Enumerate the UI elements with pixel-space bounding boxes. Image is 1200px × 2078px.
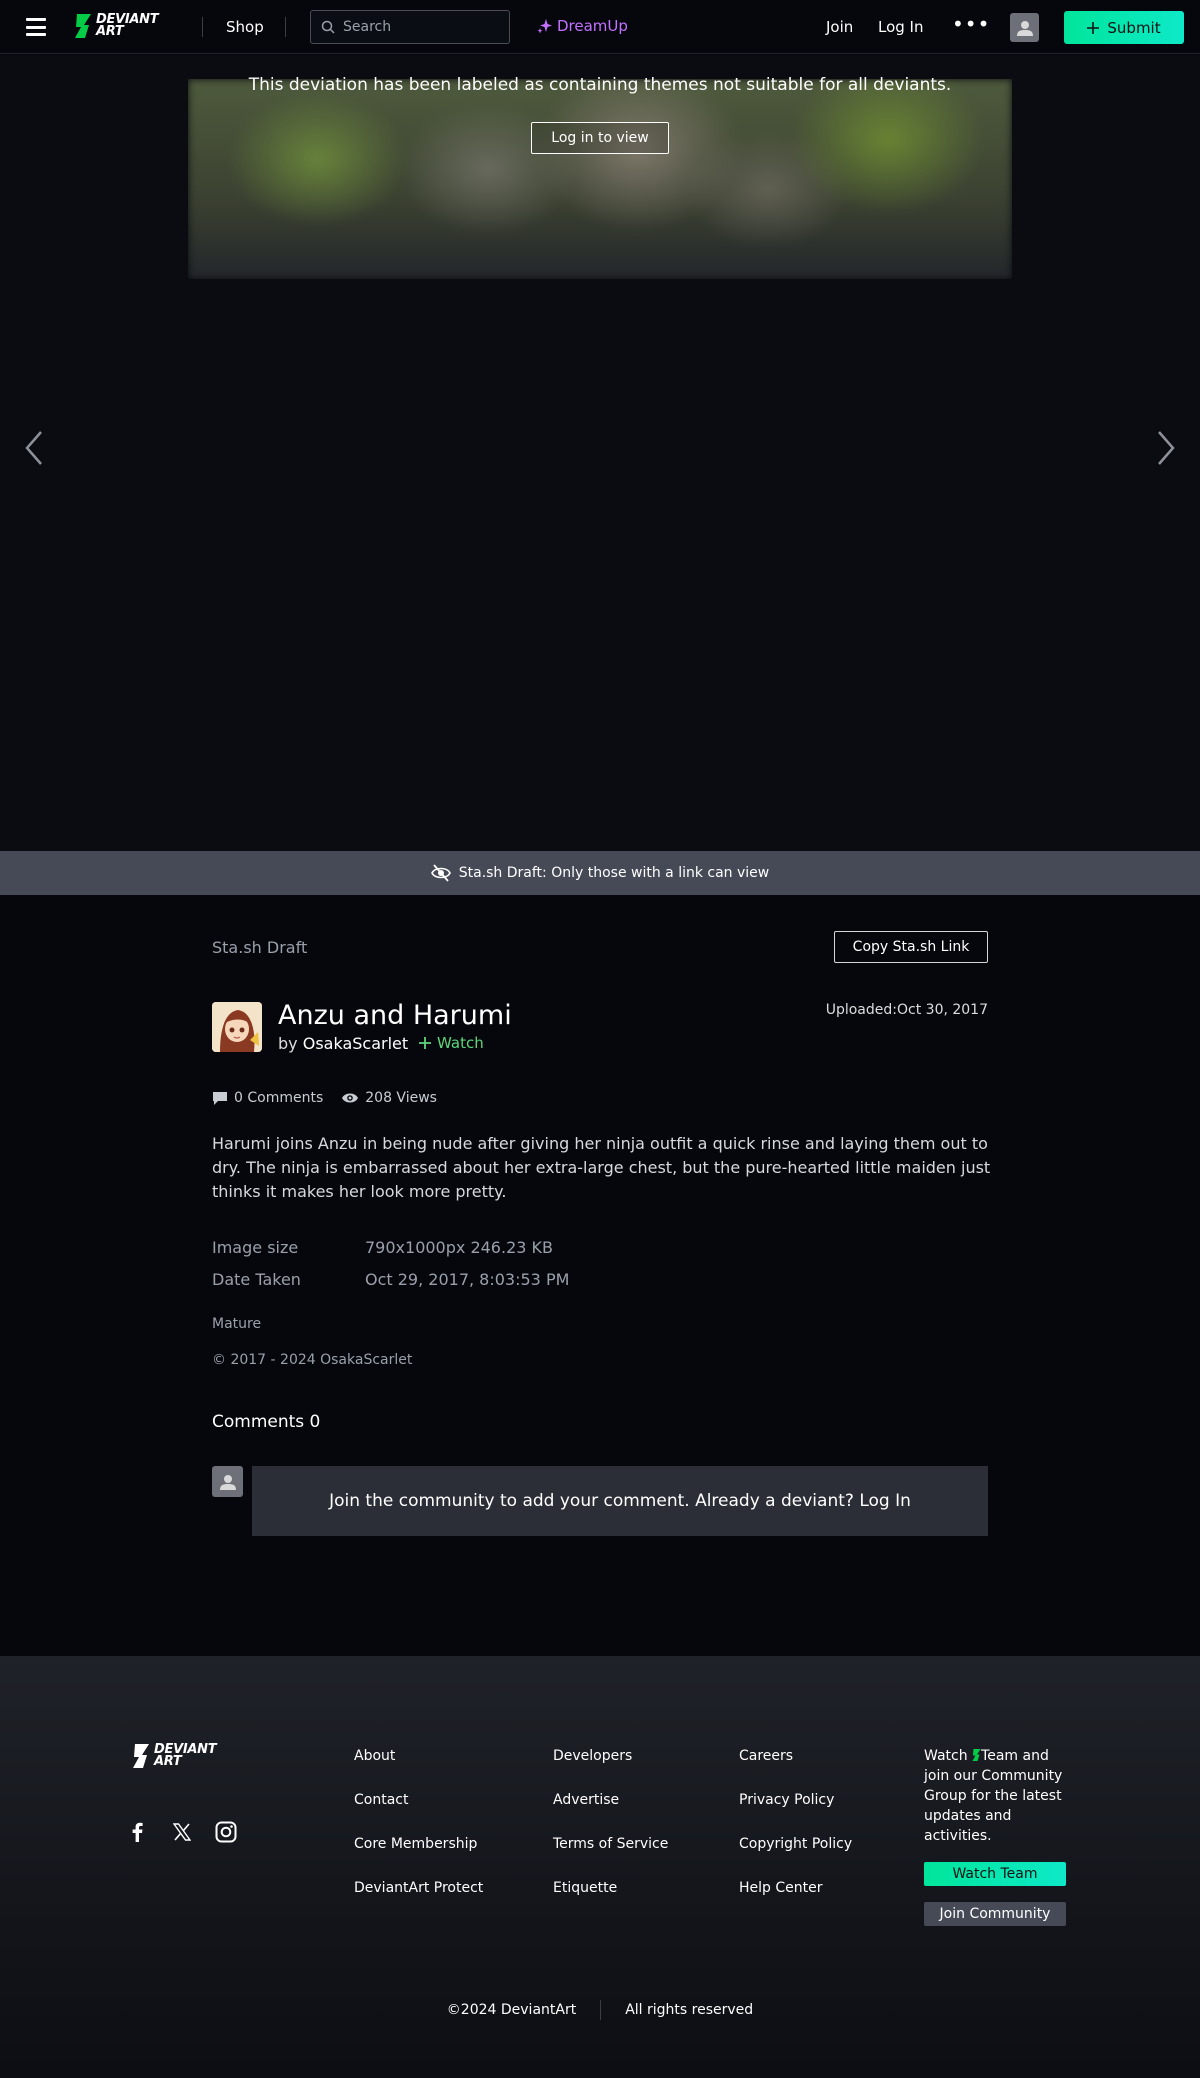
date-taken-value: Oct 29, 2017, 8:03:53 PM xyxy=(365,1270,570,1289)
blurred-preview xyxy=(188,79,1012,279)
search-icon xyxy=(321,20,335,34)
draft-banner-text: Sta.sh Draft: Only those with a link can… xyxy=(458,865,770,881)
watch-button[interactable]: Watch xyxy=(419,1034,484,1052)
mature-warning-text: This deviation has been labeled as conta… xyxy=(248,75,952,95)
eye-icon xyxy=(342,1093,359,1103)
stash-draft-banner: Sta.sh Draft: Only those with a link can… xyxy=(0,851,1200,895)
uploaded-label: Uploaded: xyxy=(825,1002,897,1018)
footer-rights: All rights reserved xyxy=(625,2002,754,2018)
comments-heading: Comments 0 xyxy=(212,1412,321,1432)
footer: DEVIANT ART About Contact Core Membershi… xyxy=(0,1656,1200,2078)
user-avatar-button[interactable] xyxy=(1010,13,1039,42)
sparkle-icon xyxy=(537,19,552,34)
footer-link-developers[interactable]: Developers xyxy=(553,1748,632,1764)
image-size-row: Image size 790x1000px 246.23 KB xyxy=(212,1238,553,1257)
dreamup-link[interactable]: DreamUp xyxy=(537,17,628,35)
footer-link-core-membership[interactable]: Core Membership xyxy=(354,1836,477,1852)
shop-link[interactable]: Shop xyxy=(226,18,264,36)
footer-logo-line-2: ART xyxy=(154,1754,182,1769)
deviantart-z-icon xyxy=(972,1749,981,1761)
logo-line-2: ART xyxy=(96,24,124,39)
deviation-viewer: This deviation has been labeled as conta… xyxy=(0,55,1200,851)
mature-tag: Mature xyxy=(212,1316,262,1332)
comment-icon xyxy=(213,1091,227,1105)
blurred-image xyxy=(188,79,1012,279)
comment-prompt-text: Join the community to add your comment. … xyxy=(329,1491,854,1511)
footer-link-deviantart-protect[interactable]: DeviantArt Protect xyxy=(354,1880,483,1896)
user-icon xyxy=(1016,20,1033,36)
copyright-notice: © 2017 - 2024 OsakaScarlet xyxy=(212,1352,413,1368)
nav-divider xyxy=(285,17,286,37)
join-link[interactable]: Join xyxy=(826,18,853,36)
author-avatar[interactable] xyxy=(212,1002,262,1052)
menu-icon[interactable] xyxy=(26,18,46,36)
search-input[interactable] xyxy=(343,19,493,35)
nav-divider xyxy=(202,17,203,37)
deviation-title: Anzu and Harumi xyxy=(278,1000,512,1031)
footer-link-about[interactable]: About xyxy=(354,1748,395,1764)
copy-stash-link-button[interactable]: Copy Sta.sh Link xyxy=(834,931,988,963)
footer-logo[interactable]: DEVIANT ART xyxy=(132,1743,217,1769)
date-taken-label: Date Taken xyxy=(212,1270,301,1289)
author-byline: by OsakaScarlet xyxy=(278,1034,408,1053)
comment-avatar xyxy=(212,1466,243,1497)
deviantart-logo[interactable]: DEVIANT ART xyxy=(74,13,159,39)
dreamup-label: DreamUp xyxy=(557,17,628,35)
plus-icon xyxy=(419,1037,431,1049)
comment-login-link[interactable]: Log In xyxy=(859,1491,911,1511)
deviation-description: Harumi joins Anzu in being nude after gi… xyxy=(212,1134,991,1201)
image-size-value: 790x1000px 246.23 KB xyxy=(365,1238,553,1257)
login-to-view-button[interactable]: Log in to view xyxy=(531,122,669,154)
plus-icon xyxy=(1087,21,1100,34)
views-count: 208 Views xyxy=(365,1090,437,1106)
join-community-button[interactable]: Join Community xyxy=(924,1902,1066,1926)
footer-link-careers[interactable]: Careers xyxy=(739,1748,793,1764)
views-stat: 208 Views xyxy=(341,1090,437,1106)
facebook-icon[interactable] xyxy=(130,1822,144,1842)
by-label: by xyxy=(278,1034,298,1053)
footer-link-advertise[interactable]: Advertise xyxy=(553,1792,619,1808)
footer-link-etiquette[interactable]: Etiquette xyxy=(553,1880,617,1896)
watch-blurb-prefix: Watch xyxy=(924,1748,968,1764)
footer-link-contact[interactable]: Contact xyxy=(354,1792,408,1808)
submit-button[interactable]: Submit xyxy=(1064,11,1184,44)
top-nav: DEVIANT ART Shop DreamUp Join Log In •••… xyxy=(0,0,1200,54)
footer-bottom: ©2024 DeviantArt All rights reserved xyxy=(0,2000,1200,2020)
deviantart-z-icon xyxy=(133,1744,149,1768)
next-arrow-icon[interactable] xyxy=(1156,430,1176,466)
deviantart-z-icon xyxy=(75,14,91,38)
footer-copyright: ©2024 DeviantArt xyxy=(446,2002,577,2018)
watch-team-button[interactable]: Watch Team xyxy=(924,1862,1066,1886)
submit-label: Submit xyxy=(1107,18,1161,37)
author-link[interactable]: OsakaScarlet xyxy=(303,1034,408,1053)
comments-count: 0 Comments xyxy=(234,1090,324,1106)
login-link[interactable]: Log In xyxy=(878,18,924,36)
instagram-icon[interactable] xyxy=(215,1821,237,1843)
deviation-stats: 0 Comments 208 Views xyxy=(212,1090,437,1106)
author-avatar-image xyxy=(212,1002,262,1052)
logo-wordmark: DEVIANT ART xyxy=(96,13,159,39)
stash-draft-label: Sta.sh Draft xyxy=(212,938,308,957)
date-taken-row: Date Taken Oct 29, 2017, 8:03:53 PM xyxy=(212,1270,569,1289)
comment-login-prompt[interactable]: Join the community to add your comment. … xyxy=(252,1466,988,1536)
footer-separator xyxy=(600,2000,602,2020)
previous-arrow-icon[interactable] xyxy=(24,430,44,466)
eye-slash-icon xyxy=(430,864,451,882)
watch-team-blurb: Watch Team and join our Community Group … xyxy=(924,1746,1074,1846)
footer-link-privacy[interactable]: Privacy Policy xyxy=(739,1792,834,1808)
image-size-label: Image size xyxy=(212,1238,299,1257)
footer-link-help-center[interactable]: Help Center xyxy=(739,1880,823,1896)
search-box[interactable] xyxy=(310,10,510,44)
user-icon xyxy=(219,1474,236,1490)
more-menu-icon[interactable]: ••• xyxy=(952,12,990,36)
footer-link-terms[interactable]: Terms of Service xyxy=(553,1836,668,1852)
watch-label: Watch xyxy=(437,1034,484,1052)
x-twitter-icon[interactable] xyxy=(173,1823,191,1841)
comments-stat[interactable]: 0 Comments xyxy=(212,1090,323,1106)
uploaded-value: Oct 30, 2017 xyxy=(897,1002,988,1018)
footer-link-copyright-policy[interactable]: Copyright Policy xyxy=(739,1836,852,1852)
uploaded-date: Uploaded:Oct 30, 2017 xyxy=(826,1002,988,1018)
footer-logo-wordmark: DEVIANT ART xyxy=(154,1743,217,1769)
